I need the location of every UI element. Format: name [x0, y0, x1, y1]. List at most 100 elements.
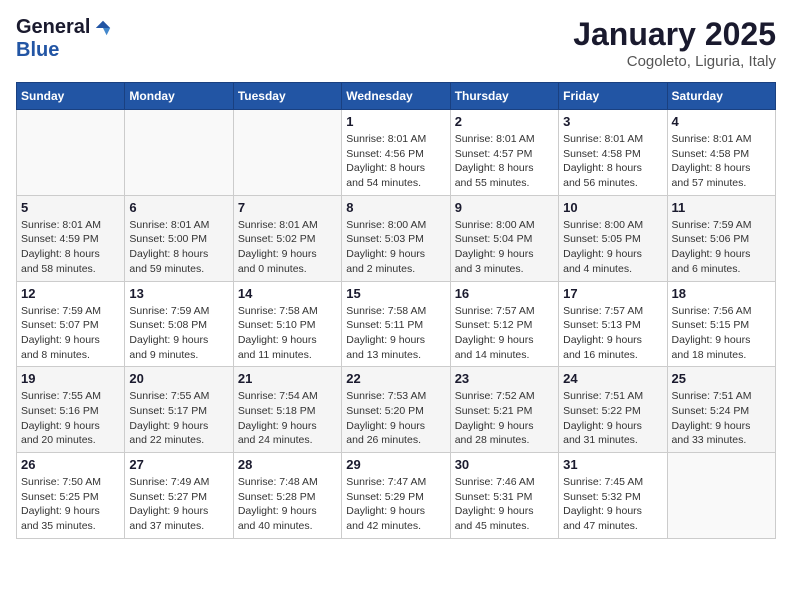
page-header: General Blue January 2025 Cogoleto, Ligu… — [16, 16, 776, 70]
weekday-header-thursday: Thursday — [450, 83, 558, 110]
day-number: 30 — [455, 457, 554, 472]
day-info: Sunrise: 8:00 AMSunset: 5:05 PMDaylight:… — [563, 218, 662, 277]
day-number: 9 — [455, 200, 554, 215]
calendar-cell: 28 Sunrise: 7:48 AMSunset: 5:28 PMDayligh… — [233, 453, 341, 539]
day-info: Sunrise: 7:59 AMSunset: 5:08 PMDaylight:… — [129, 304, 228, 363]
calendar-cell: 2Sunrise: 8:01 AMSunset: 4:57 PMDaylight… — [450, 110, 558, 196]
calendar-cell: 23Sunrise: 7:52 AMSunset: 5:21 PMDayligh… — [450, 367, 558, 453]
day-number: 20 — [129, 371, 228, 386]
day-number: 19 — [21, 371, 120, 386]
day-info: Sunrise: 7:57 AMSunset: 5:12 PMDaylight:… — [455, 304, 554, 363]
day-info: Sunrise: 7:49 AMSunset: 5:27 PMDaylight:… — [129, 475, 228, 534]
day-info: Sunrise: 7:59 AMSunset: 5:07 PMDaylight:… — [21, 304, 120, 363]
day-number: 28 — [238, 457, 337, 472]
day-number: 10 — [563, 200, 662, 215]
day-info: Sunrise: 7:57 AMSunset: 5:13 PMDaylight:… — [563, 304, 662, 363]
calendar-week-1: 1Sunrise: 8:01 AMSunset: 4:56 PMDaylight… — [17, 110, 776, 196]
weekday-header-friday: Friday — [559, 83, 667, 110]
calendar-body: 1Sunrise: 8:01 AMSunset: 4:56 PMDaylight… — [17, 110, 776, 539]
day-number: 17 — [563, 286, 662, 301]
calendar-cell: 14 Sunrise: 7:58 AMSunset: 5:10 PMDayligh… — [233, 281, 341, 367]
calendar-cell — [233, 110, 341, 196]
day-info: Sunrise: 8:00 AMSunset: 5:04 PMDaylight:… — [455, 218, 554, 277]
day-info: Sunrise: 8:01 AMSunset: 4:59 PMDaylight:… — [21, 218, 120, 277]
day-info: Sunrise: 8:01 AMSunset: 4:58 PMDaylight:… — [563, 132, 662, 191]
day-number: 21 — [238, 371, 337, 386]
day-info: Sunrise: 7:56 AMSunset: 5:15 PMDaylight:… — [672, 304, 771, 363]
day-info: Sunrise: 7:45 AMSunset: 5:32 PMDaylight:… — [563, 475, 662, 534]
month-title: January 2025 — [573, 16, 776, 53]
day-info: Sunrise: 7:59 AMSunset: 5:06 PMDaylight:… — [672, 218, 771, 277]
day-number: 14 — [238, 286, 337, 301]
calendar-cell: 25Sunrise: 7:51 AMSunset: 5:24 PMDayligh… — [667, 367, 775, 453]
weekday-header-saturday: Saturday — [667, 83, 775, 110]
day-number: 31 — [563, 457, 662, 472]
calendar-cell: 29Sunrise: 7:47 AMSunset: 5:29 PMDayligh… — [342, 453, 450, 539]
day-info: Sunrise: 8:01 AMSunset: 5:00 PMDaylight:… — [129, 218, 228, 277]
calendar-cell: 27 Sunrise: 7:49 AMSunset: 5:27 PMDayligh… — [125, 453, 233, 539]
day-info: Sunrise: 8:01 AMSunset: 5:02 PMDaylight:… — [238, 218, 337, 277]
calendar-cell: 13 Sunrise: 7:59 AMSunset: 5:08 PMDayligh… — [125, 281, 233, 367]
day-number: 8 — [346, 200, 445, 215]
day-number: 18 — [672, 286, 771, 301]
day-info: Sunrise: 7:58 AMSunset: 5:11 PMDaylight:… — [346, 304, 445, 363]
day-info: Sunrise: 7:51 AMSunset: 5:22 PMDaylight:… — [563, 389, 662, 448]
day-number: 25 — [672, 371, 771, 386]
day-number: 15 — [346, 286, 445, 301]
calendar-cell: 8Sunrise: 8:00 AMSunset: 5:03 PMDaylight… — [342, 195, 450, 281]
logo-blue-text: Blue — [16, 39, 59, 62]
calendar-cell: 30 Sunrise: 7:46 AMSunset: 5:31 PMDayligh… — [450, 453, 558, 539]
day-info: Sunrise: 7:55 AMSunset: 5:16 PMDaylight:… — [21, 389, 120, 448]
day-number: 16 — [455, 286, 554, 301]
logo-general-text: General — [16, 16, 90, 39]
day-number: 4 — [672, 114, 771, 129]
calendar-cell: 31 Sunrise: 7:45 AMSunset: 5:32 PMDayligh… — [559, 453, 667, 539]
day-info: Sunrise: 7:54 AMSunset: 5:18 PMDaylight:… — [238, 389, 337, 448]
calendar-cell: 22 Sunrise: 7:53 AMSunset: 5:20 PMDayligh… — [342, 367, 450, 453]
calendar-header: SundayMondayTuesdayWednesdayThursdayFrid… — [17, 83, 776, 110]
calendar-week-2: 5 Sunrise: 8:01 AMSunset: 4:59 PMDaylight… — [17, 195, 776, 281]
weekday-header-sunday: Sunday — [17, 83, 125, 110]
day-info: Sunrise: 7:48 AMSunset: 5:28 PMDaylight:… — [238, 475, 337, 534]
day-info: Sunrise: 7:46 AMSunset: 5:31 PMDaylight:… — [455, 475, 554, 534]
logo: General Blue — [16, 16, 112, 62]
day-number: 1 — [346, 114, 445, 129]
day-number: 11 — [672, 200, 771, 215]
calendar-cell: 11 Sunrise: 7:59 AMSunset: 5:06 PMDayligh… — [667, 195, 775, 281]
calendar-week-5: 26Sunrise: 7:50 AMSunset: 5:25 PMDayligh… — [17, 453, 776, 539]
calendar-cell: 6 Sunrise: 8:01 AMSunset: 5:00 PMDaylight… — [125, 195, 233, 281]
calendar-cell: 10 Sunrise: 8:00 AMSunset: 5:05 PMDayligh… — [559, 195, 667, 281]
calendar-cell: 5 Sunrise: 8:01 AMSunset: 4:59 PMDaylight… — [17, 195, 125, 281]
day-info: Sunrise: 7:55 AMSunset: 5:17 PMDaylight:… — [129, 389, 228, 448]
day-info: Sunrise: 7:58 AMSunset: 5:10 PMDaylight:… — [238, 304, 337, 363]
day-number: 29 — [346, 457, 445, 472]
calendar-cell: 16 Sunrise: 7:57 AMSunset: 5:12 PMDayligh… — [450, 281, 558, 367]
title-area: January 2025 Cogoleto, Liguria, Italy — [573, 16, 776, 70]
calendar-cell — [667, 453, 775, 539]
calendar-cell: 17 Sunrise: 7:57 AMSunset: 5:13 PMDayligh… — [559, 281, 667, 367]
day-number: 5 — [21, 200, 120, 215]
day-info: Sunrise: 7:53 AMSunset: 5:20 PMDaylight:… — [346, 389, 445, 448]
day-number: 27 — [129, 457, 228, 472]
day-number: 2 — [455, 114, 554, 129]
day-number: 13 — [129, 286, 228, 301]
day-number: 26 — [21, 457, 120, 472]
calendar-week-4: 19 Sunrise: 7:55 AMSunset: 5:16 PMDayligh… — [17, 367, 776, 453]
calendar-cell: 3 Sunrise: 8:01 AMSunset: 4:58 PMDaylight… — [559, 110, 667, 196]
day-number: 6 — [129, 200, 228, 215]
calendar-cell: 4Sunrise: 8:01 AMSunset: 4:58 PMDaylight… — [667, 110, 775, 196]
weekday-row: SundayMondayTuesdayWednesdayThursdayFrid… — [17, 83, 776, 110]
location-subtitle: Cogoleto, Liguria, Italy — [573, 53, 776, 70]
day-number: 3 — [563, 114, 662, 129]
calendar-cell — [17, 110, 125, 196]
calendar-cell: 7Sunrise: 8:01 AMSunset: 5:02 PMDaylight… — [233, 195, 341, 281]
calendar-cell: 1Sunrise: 8:01 AMSunset: 4:56 PMDaylight… — [342, 110, 450, 196]
weekday-header-wednesday: Wednesday — [342, 83, 450, 110]
calendar-cell: 19 Sunrise: 7:55 AMSunset: 5:16 PMDayligh… — [17, 367, 125, 453]
weekday-header-tuesday: Tuesday — [233, 83, 341, 110]
calendar-cell: 18 Sunrise: 7:56 AMSunset: 5:15 PMDayligh… — [667, 281, 775, 367]
calendar-week-3: 12Sunrise: 7:59 AMSunset: 5:07 PMDayligh… — [17, 281, 776, 367]
day-number: 22 — [346, 371, 445, 386]
calendar-cell: 26Sunrise: 7:50 AMSunset: 5:25 PMDayligh… — [17, 453, 125, 539]
calendar-cell: 9 Sunrise: 8:00 AMSunset: 5:04 PMDaylight… — [450, 195, 558, 281]
